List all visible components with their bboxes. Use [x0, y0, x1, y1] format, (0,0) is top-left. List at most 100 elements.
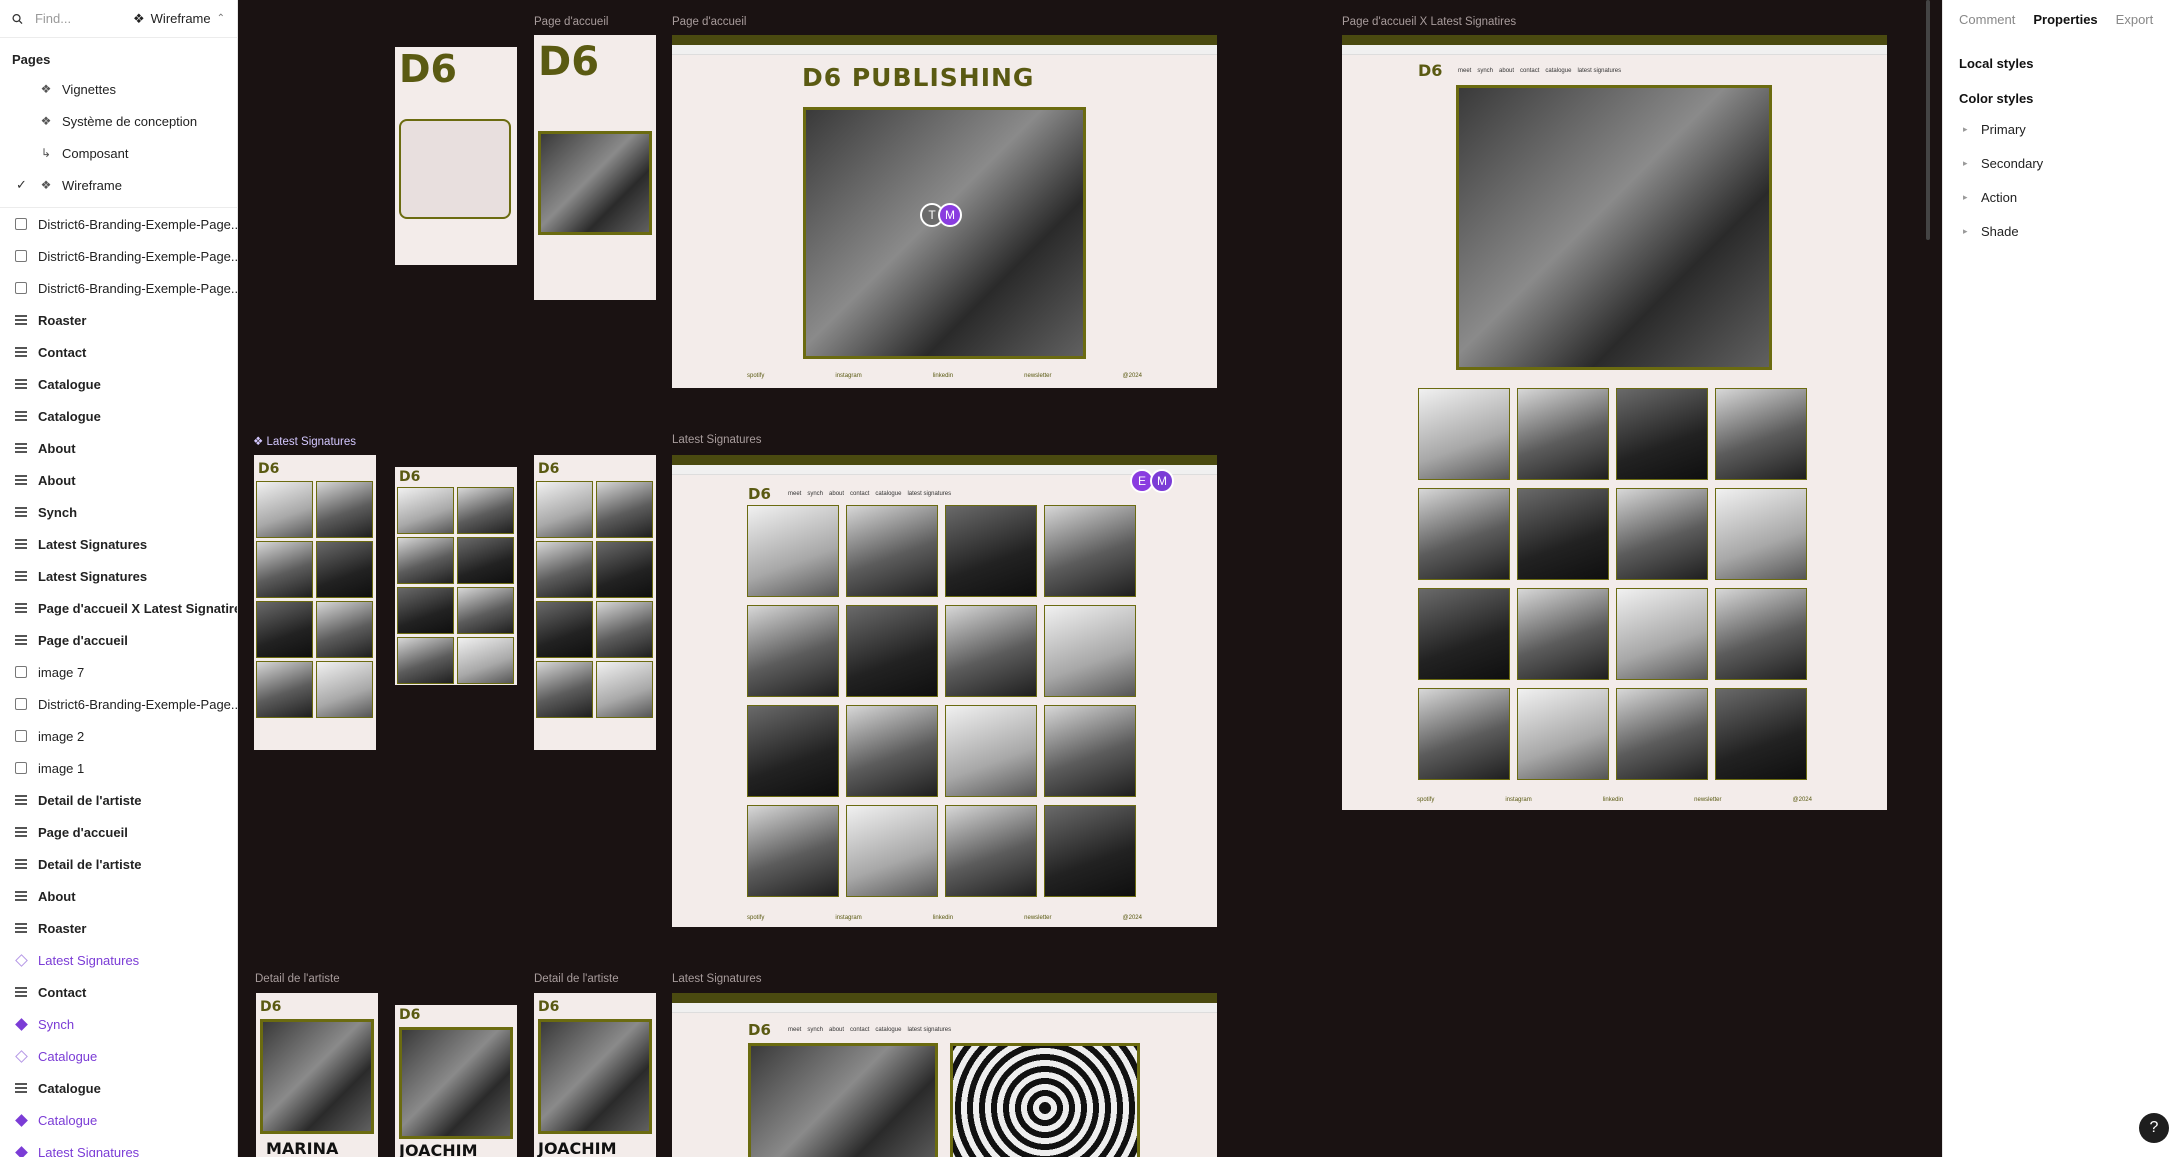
signature-thumbnail[interactable] — [536, 541, 593, 598]
layer-item[interactable]: District6-Branding-Exemple-Page... — [0, 240, 237, 272]
signature-thumbnail[interactable] — [316, 541, 373, 598]
layer-item[interactable]: Roaster — [0, 912, 237, 944]
layer-item[interactable]: About — [0, 880, 237, 912]
layer-item[interactable]: Latest Signatures — [0, 944, 237, 976]
signature-thumbnail[interactable] — [1418, 688, 1510, 780]
avatar[interactable]: M — [1150, 469, 1174, 493]
signature-thumbnail[interactable] — [846, 805, 938, 897]
signature-thumbnail[interactable] — [397, 537, 454, 584]
signature-thumbnail[interactable] — [1715, 688, 1807, 780]
layer-item[interactable]: Synch — [0, 1008, 237, 1040]
signature-thumbnail[interactable] — [457, 537, 514, 584]
layer-item[interactable]: District6-Branding-Exemple-Page... — [0, 688, 237, 720]
layer-item[interactable]: About — [0, 432, 237, 464]
page-selector[interactable]: ❖ Wireframe ⌃ — [133, 11, 225, 27]
search-input[interactable]: Find... — [35, 11, 117, 26]
layer-item[interactable]: Catalogue — [0, 1040, 237, 1072]
signature-thumbnail[interactable] — [1616, 488, 1708, 580]
signature-thumbnail[interactable] — [1715, 388, 1807, 480]
signature-thumbnail[interactable] — [256, 661, 313, 718]
tab-export[interactable]: Export — [2116, 12, 2154, 27]
search-icon[interactable] — [12, 13, 23, 25]
color-style-item[interactable]: ▸ Action — [1943, 180, 2183, 214]
frame-label[interactable]: Page d'accueil X Latest Signatires — [1342, 16, 1516, 28]
signature-thumbnail[interactable] — [316, 481, 373, 538]
signature-thumbnail[interactable] — [536, 481, 593, 538]
signature-thumbnail[interactable] — [1616, 688, 1708, 780]
signature-thumbnail[interactable] — [945, 805, 1037, 897]
signature-thumbnail[interactable] — [457, 587, 514, 634]
layer-item[interactable]: Detail de l'artiste — [0, 848, 237, 880]
layer-item[interactable]: Latest Signatures — [0, 1136, 237, 1157]
signature-thumbnail[interactable] — [1616, 388, 1708, 480]
tab-comment[interactable]: Comment — [1959, 12, 2015, 27]
layer-item[interactable]: Catalogue — [0, 400, 237, 432]
frame-label[interactable]: Page d'accueil — [672, 16, 746, 28]
signature-thumbnail[interactable] — [1616, 588, 1708, 680]
signature-thumbnail[interactable] — [1715, 488, 1807, 580]
signature-thumbnail[interactable] — [596, 601, 653, 658]
signature-thumbnail[interactable] — [316, 661, 373, 718]
mobile-frame-latest[interactable]: D6 — [534, 455, 656, 750]
signature-thumbnail[interactable] — [945, 505, 1037, 597]
layer-item[interactable]: image 1 — [0, 752, 237, 784]
layer-item[interactable]: Page d'accueil — [0, 624, 237, 656]
frame-label[interactable]: Latest Signatures — [672, 434, 762, 446]
layer-item[interactable]: Catalogue — [0, 1104, 237, 1136]
signature-thumbnail[interactable] — [596, 661, 653, 718]
page-item[interactable]: ❖ Vignettes — [0, 73, 237, 105]
signature-thumbnail[interactable] — [457, 637, 514, 684]
signature-thumbnail[interactable] — [747, 805, 839, 897]
layer-item[interactable]: Roaster — [0, 304, 237, 336]
signature-thumbnail[interactable] — [846, 705, 938, 797]
mobile-frame-page-accueil[interactable]: D6 — [534, 35, 656, 300]
signature-thumbnail[interactable] — [1517, 388, 1609, 480]
signature-thumbnail[interactable] — [1418, 488, 1510, 580]
desktop-frame-accueil-x-latest[interactable]: D6 meet synch about contact catalogue latest … — [1342, 35, 1887, 810]
page-item[interactable]: ↳ Composant — [0, 137, 237, 169]
signature-thumbnail[interactable] — [945, 705, 1037, 797]
help-button[interactable]: ? — [2139, 1113, 2169, 1143]
layer-item[interactable]: image 7 — [0, 656, 237, 688]
layer-item[interactable]: Contact — [0, 976, 237, 1008]
mobile-frame-latest[interactable]: D6 — [395, 467, 517, 685]
avatar[interactable]: M — [938, 203, 962, 227]
frame-label[interactable]: Latest Signatures — [672, 973, 762, 985]
frame-label[interactable]: Page d'accueil — [534, 16, 608, 28]
signature-thumbnail[interactable] — [596, 541, 653, 598]
signature-thumbnail[interactable] — [1044, 505, 1136, 597]
canvas-scrollbar[interactable] — [1926, 0, 1930, 240]
signature-thumbnail[interactable] — [536, 601, 593, 658]
signature-thumbnail[interactable] — [397, 637, 454, 684]
layer-item[interactable]: About — [0, 464, 237, 496]
page-item[interactable]: ❖ Système de conception — [0, 105, 237, 137]
mobile-frame-detail[interactable]: D6 JOACHIM — [534, 993, 656, 1157]
mobile-frame-detail[interactable]: D6 JOACHIM — [395, 1005, 517, 1157]
layer-item[interactable]: image 2 — [0, 720, 237, 752]
layer-item[interactable]: Catalogue — [0, 1072, 237, 1104]
color-style-item[interactable]: ▸ Secondary — [1943, 146, 2183, 180]
signature-thumbnail[interactable] — [397, 587, 454, 634]
layer-item[interactable]: Detail de l'artiste — [0, 784, 237, 816]
layer-item[interactable]: Catalogue — [0, 368, 237, 400]
signature-thumbnail[interactable] — [256, 601, 313, 658]
signature-thumbnail[interactable] — [1517, 488, 1609, 580]
layer-item[interactable]: Page d'accueil — [0, 816, 237, 848]
signature-thumbnail[interactable] — [747, 605, 839, 697]
layer-item[interactable]: Contact — [0, 336, 237, 368]
signature-thumbnail[interactable] — [397, 487, 454, 534]
desktop-frame-latest-bottom[interactable]: D6 meet synch about contact catalogue latest … — [672, 993, 1217, 1157]
signature-thumbnail[interactable] — [945, 605, 1037, 697]
mobile-frame-detail[interactable]: D6 MARINA — [256, 993, 378, 1157]
tab-properties[interactable]: Properties — [2033, 12, 2097, 27]
signature-thumbnail[interactable] — [457, 487, 514, 534]
signature-thumbnail[interactable] — [1044, 605, 1136, 697]
design-canvas[interactable]: Page d'accueil Page d'accueil Page d'acc… — [239, 0, 1942, 1157]
signature-thumbnail[interactable] — [596, 481, 653, 538]
mobile-frame-latest[interactable]: D6 — [254, 455, 376, 750]
mobile-frame-page-accueil[interactable]: D6 — [395, 47, 517, 265]
signature-thumbnail[interactable] — [1517, 588, 1609, 680]
desktop-frame-latest[interactable]: D6 meet synch about contact catalogue latest … — [672, 455, 1217, 927]
component-label[interactable]: ❖ Latest Signatures — [253, 434, 356, 448]
signature-thumbnail[interactable] — [1418, 388, 1510, 480]
